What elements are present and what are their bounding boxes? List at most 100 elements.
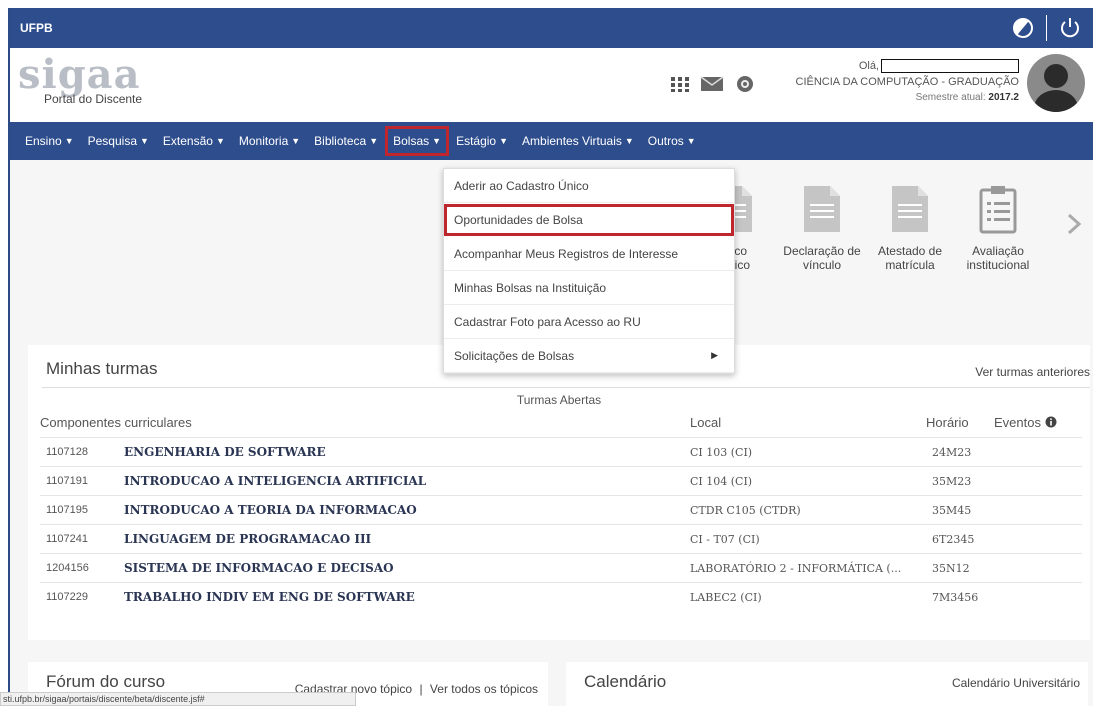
menu-item-solicitacoes-de-bolsas[interactable]: Solicitações de Bolsas ▶ bbox=[444, 339, 734, 373]
caret-down-icon: ▼ bbox=[291, 136, 301, 146]
menu-item-oportunidades-de-bolsa[interactable]: Oportunidades de Bolsa bbox=[444, 204, 734, 236]
menu-item-acompanhar-registros[interactable]: Acompanhar Meus Registros de Interesse bbox=[444, 237, 734, 271]
course-code: 1107241 bbox=[46, 533, 89, 545]
caret-down-icon: ▼ bbox=[215, 136, 225, 146]
course-local: CTDR C105 (CTDR) bbox=[690, 503, 801, 517]
course-local: LABORATÓRIO 2 - INFORMÁTICA (... bbox=[690, 561, 902, 575]
bolsas-dropdown-menu: Aderir ao Cadastro Único Oportunidades d… bbox=[443, 168, 735, 374]
nav-biblioteca[interactable]: Biblioteca ▼ bbox=[307, 126, 385, 156]
col-horario: Horário bbox=[926, 415, 969, 430]
shortcut-declaracao-vinculo[interactable]: Declaração de vínculo bbox=[778, 168, 866, 272]
header: sigaa Portal do Discente Olá, CIÊNCIA DA… bbox=[10, 48, 1093, 122]
ver-turmas-anteriores-link[interactable]: Ver turmas anteriores bbox=[975, 365, 1090, 379]
contrast-icon[interactable] bbox=[1008, 13, 1038, 43]
nav-monitoria[interactable]: Monitoria ▼ bbox=[232, 126, 307, 156]
semester-info: Semestre atual: 2017.2 bbox=[796, 90, 1019, 106]
table-row: 1107195 INTRODUCAO A TEORIA DA INFORMACA… bbox=[40, 495, 1082, 524]
nav-extensao[interactable]: Extensão ▼ bbox=[156, 126, 232, 156]
table-row: 1107128 ENGENHARIA DE SOFTWARE CI 103 (C… bbox=[40, 437, 1082, 466]
col-eventos-label: Eventos bbox=[994, 415, 1041, 430]
caret-down-icon: ▼ bbox=[432, 136, 442, 146]
user-info: Olá, CIÊNCIA DA COMPUTAÇÃO - GRADUAÇÃO S… bbox=[795, 58, 1020, 106]
status-bar-url: sti.ufpb.br/sigaa/portais/discente/beta/… bbox=[0, 692, 356, 706]
calendario-universitario-link[interactable]: Calendário Universitário bbox=[952, 676, 1080, 690]
course-code: 1107128 bbox=[46, 446, 89, 458]
nav-ensino[interactable]: Ensino ▼ bbox=[18, 126, 81, 156]
nav-estagio[interactable]: Estágio ▼ bbox=[449, 126, 515, 156]
course-code: 1107191 bbox=[46, 475, 89, 487]
course-local: CI 104 (CI) bbox=[690, 474, 753, 488]
caret-right-icon: ▶ bbox=[711, 350, 718, 360]
shortcut-atestado-matricula[interactable]: Atestado de matrícula bbox=[866, 168, 954, 272]
nav-label: Ensino bbox=[25, 134, 62, 148]
avatar[interactable] bbox=[1027, 54, 1085, 112]
turmas-abertas-heading: Turmas Abertas bbox=[516, 393, 602, 407]
shortcut-label-1: Declaração de bbox=[783, 244, 861, 258]
sigaa-logo[interactable]: sigaa Portal do Discente bbox=[18, 52, 142, 107]
course-horario: 6T2345 bbox=[932, 532, 975, 546]
nav-ambientes-virtuais[interactable]: Ambientes Virtuais ▼ bbox=[515, 126, 641, 156]
greeting-line: Olá, bbox=[796, 58, 1019, 74]
turmas-table: 1107128 ENGENHARIA DE SOFTWARE CI 103 (C… bbox=[40, 437, 1082, 611]
divider bbox=[1046, 15, 1047, 41]
menu-item-aderir-cadastro-unico[interactable]: Aderir ao Cadastro Único bbox=[444, 169, 734, 203]
nav-outros[interactable]: Outros ▼ bbox=[641, 126, 703, 156]
shortcut-label-2: institucional bbox=[966, 258, 1030, 272]
apps-grid-icon[interactable] bbox=[670, 75, 690, 97]
calendar-title: Calendário bbox=[584, 672, 667, 691]
course-name-link[interactable]: SISTEMA DE INFORMACAO E DECISAO bbox=[124, 561, 394, 575]
course-local: CI - T07 (CI) bbox=[690, 532, 760, 546]
power-icon[interactable] bbox=[1055, 13, 1085, 43]
clipboard-icon bbox=[979, 186, 1017, 234]
calendar-panel: Calendário Calendário Universitário bbox=[566, 662, 1088, 706]
menu-item-minhas-bolsas[interactable]: Minhas Bolsas na Instituição bbox=[444, 271, 734, 305]
minhas-turmas-panel: Minhas turmas Ver turmas anteriores Turm… bbox=[28, 345, 1090, 640]
ver-todos-topicos-link[interactable]: Ver todos os tópicos bbox=[430, 682, 538, 696]
ufpb-brand[interactable]: UFPB bbox=[20, 21, 53, 35]
shortcut-avaliacao-institucional[interactable]: Avaliação institucional bbox=[954, 168, 1042, 272]
top-tools bbox=[1008, 13, 1085, 43]
course-name: CIÊNCIA DA COMPUTAÇÃO - GRADUAÇÃO bbox=[795, 76, 1020, 88]
course-name-link[interactable]: ENGENHARIA DE SOFTWARE bbox=[124, 445, 326, 459]
chevron-right-icon[interactable] bbox=[1067, 213, 1082, 239]
shortcut-label-1: Avaliação bbox=[972, 244, 1024, 258]
nav-bolsas[interactable]: Bolsas ▼ bbox=[385, 126, 450, 156]
mail-icon[interactable] bbox=[700, 76, 724, 96]
col-local: Local bbox=[690, 415, 722, 430]
course-horario: 35M23 bbox=[932, 474, 972, 488]
course-local: CI 103 (CI) bbox=[690, 445, 753, 459]
link-separator: | bbox=[419, 682, 423, 696]
nav-label: Outros bbox=[647, 134, 684, 148]
course-name-link[interactable]: INTRODUCAO A TEORIA DA INFORMACAO bbox=[124, 503, 417, 517]
shortcut-label-2: vínculo bbox=[802, 258, 842, 272]
top-bar: UFPB bbox=[10, 8, 1093, 48]
nav-label: Ambientes Virtuais bbox=[522, 134, 622, 148]
document-icon bbox=[892, 186, 928, 232]
nav-label: Biblioteca bbox=[314, 134, 367, 148]
nav-label: Extensão bbox=[162, 134, 213, 148]
course-name-link[interactable]: TRABALHO INDIV EM ENG DE SOFTWARE bbox=[124, 590, 415, 604]
caret-down-icon: ▼ bbox=[499, 136, 509, 146]
nav-label: Estágio bbox=[456, 134, 497, 148]
quick-shortcuts: órico êmico Declaração de vínculo Atesta… bbox=[690, 168, 1042, 272]
course-code: 1107229 bbox=[46, 591, 89, 603]
panel-title: Minhas turmas bbox=[46, 359, 158, 378]
network-icon[interactable] bbox=[734, 74, 756, 98]
nav-pesquisa[interactable]: Pesquisa ▼ bbox=[81, 126, 156, 156]
semester-label: Semestre atual: bbox=[915, 92, 986, 103]
menu-item-cadastrar-foto-ru[interactable]: Cadastrar Foto para Acesso ao RU bbox=[444, 305, 734, 339]
course-name-link[interactable]: LINGUAGEM DE PROGRAMACAO III bbox=[124, 532, 371, 546]
info-icon[interactable] bbox=[1045, 415, 1057, 430]
redacted-name-box bbox=[881, 59, 1019, 74]
header-icons bbox=[670, 74, 756, 98]
course-horario: 35N12 bbox=[932, 561, 970, 575]
browser-viewport: UFPB sigaa Portal do Discente Olá, CIÊNC… bbox=[8, 8, 1093, 706]
table-row: 1107241 LINGUAGEM DE PROGRAMACAO III CI … bbox=[40, 524, 1082, 553]
document-icon bbox=[804, 186, 840, 232]
col-eventos: Eventos bbox=[994, 415, 1057, 430]
course-horario: 35M45 bbox=[932, 503, 972, 517]
divider bbox=[42, 387, 1090, 388]
col-componentes: Componentes curriculares bbox=[40, 415, 192, 430]
course-name-link[interactable]: INTRODUCAO A INTELIGENCIA ARTIFICIAL bbox=[124, 474, 426, 488]
caret-down-icon: ▼ bbox=[140, 136, 149, 146]
